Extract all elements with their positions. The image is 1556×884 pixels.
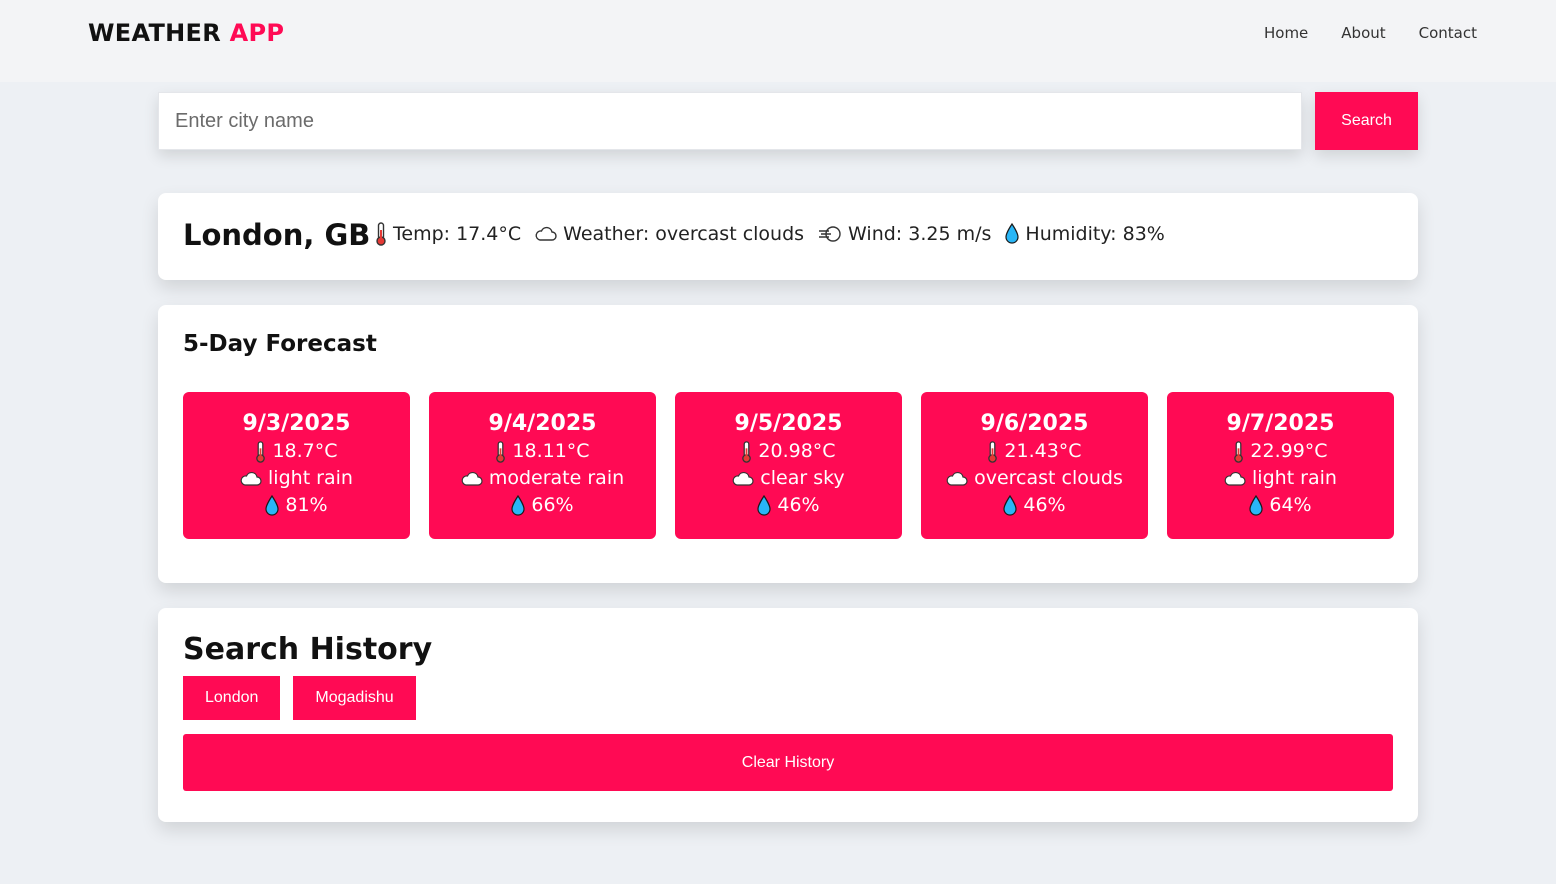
city-search-input[interactable] (158, 92, 1302, 150)
forecast-humidity-text: 66% (531, 494, 574, 516)
forecast-desc-text: overcast clouds (974, 467, 1123, 489)
droplet-icon (1005, 223, 1020, 244)
forecast-temp-text: 21.43°C (1004, 440, 1082, 462)
search-button[interactable]: Search (1315, 92, 1418, 150)
forecast-date: 9/3/2025 (242, 411, 351, 436)
forecast-title: 5-Day Forecast (183, 331, 377, 357)
search-history-title: Search History (183, 632, 433, 667)
city-name: London, GB (183, 218, 371, 252)
search-bar: Search (158, 92, 1418, 150)
forecast-humidity-text: 46% (777, 494, 820, 516)
weather-metric: Weather: overcast clouds (535, 223, 804, 245)
droplet-icon (1249, 494, 1263, 516)
droplet-icon (265, 494, 279, 516)
search-history-card: Search History London Mogadishu Clear Hi… (158, 608, 1418, 822)
humidity-text: Humidity: 83% (1025, 223, 1165, 245)
forecast-desc: light rain (1224, 465, 1337, 492)
forecast-date: 9/6/2025 (980, 411, 1089, 436)
nav-link-home[interactable]: Home (1264, 24, 1308, 42)
forecast-desc-text: clear sky (760, 467, 845, 489)
temperature-text: Temp: 17.4°C (393, 223, 522, 245)
thermometer-icon (256, 440, 266, 463)
forecast-desc: moderate rain (461, 465, 624, 492)
forecast-day-card: 9/4/2025 18.11°C moderate rain 66% (429, 392, 656, 539)
current-metrics: Temp: 17.4°C Weather: overcast clouds Wi… (375, 222, 1179, 246)
forecast-day-card: 9/7/2025 22.99°C light rain 64% (1167, 392, 1394, 539)
app-logo[interactable]: WEATHER APP (88, 19, 284, 47)
forecast-temp-text: 18.7°C (272, 440, 338, 462)
forecast-day-card: 9/3/2025 18.7°C light rain 81% (183, 392, 410, 539)
logo-text: WEATHER (88, 19, 222, 47)
forecast-humidity-text: 64% (1269, 494, 1312, 516)
current-weather-card: London, GB Temp: 17.4°C Weather: overcas… (158, 193, 1418, 280)
clear-history-button[interactable]: Clear History (183, 734, 1393, 791)
forecast-humidity-text: 46% (1023, 494, 1066, 516)
forecast-temp: 22.99°C (1233, 438, 1328, 465)
forecast-desc-text: moderate rain (488, 467, 625, 489)
droplet-icon (757, 494, 771, 516)
wind-text: Wind: 3.25 m/s (848, 223, 992, 245)
nav-link-contact[interactable]: Contact (1419, 24, 1477, 42)
cloud-icon (461, 471, 483, 486)
forecast-date: 9/5/2025 (734, 411, 843, 436)
forecast-temp: 18.7°C (255, 438, 338, 465)
forecast-card: 5-Day Forecast 9/3/2025 18.7°C light rai… (158, 305, 1418, 583)
forecast-day-card: 9/6/2025 21.43°C overcast clouds 46% (921, 392, 1148, 539)
cloud-icon (1224, 471, 1246, 486)
thermometer-icon (376, 222, 386, 246)
history-chips: London Mogadishu (183, 676, 416, 720)
forecast-day-card: 9/5/2025 20.98°C clear sky 46% (675, 392, 902, 539)
forecast-date: 9/4/2025 (488, 411, 597, 436)
humidity-metric: Humidity: 83% (1005, 223, 1165, 245)
navbar: WEATHER APP Home About Contact (0, 0, 1556, 82)
cloud-icon (732, 471, 754, 486)
forecast-desc: overcast clouds (946, 465, 1123, 492)
thermometer-icon (742, 440, 752, 463)
forecast-desc-text: light rain (1252, 467, 1337, 489)
forecast-date: 9/7/2025 (1226, 411, 1335, 436)
nav-links: Home About Contact (1264, 24, 1477, 42)
forecast-humidity: 46% (757, 492, 820, 519)
forecast-desc-text: light rain (268, 467, 353, 489)
cloud-icon (946, 471, 968, 486)
thermometer-icon (496, 440, 506, 463)
forecast-temp: 21.43°C (987, 438, 1082, 465)
wind-icon (819, 226, 841, 242)
forecast-temp: 18.11°C (495, 438, 590, 465)
thermometer-icon (988, 440, 998, 463)
history-item-london[interactable]: London (183, 676, 281, 720)
droplet-icon (511, 494, 525, 516)
forecast-temp-text: 22.99°C (1250, 440, 1328, 462)
temperature-metric: Temp: 17.4°C (375, 222, 521, 246)
forecast-humidity: 66% (511, 492, 574, 519)
forecast-humidity: 46% (1003, 492, 1066, 519)
forecast-grid: 9/3/2025 18.7°C light rain 81% 9/4/2025 … (183, 392, 1394, 539)
nav-link-about[interactable]: About (1341, 24, 1385, 42)
weather-text: Weather: overcast clouds (563, 223, 805, 245)
forecast-temp-text: 18.11°C (512, 440, 590, 462)
forecast-humidity-text: 81% (285, 494, 328, 516)
forecast-desc: clear sky (732, 465, 845, 492)
wind-metric: Wind: 3.25 m/s (818, 223, 991, 245)
cloud-icon (240, 471, 262, 486)
forecast-temp: 20.98°C (741, 438, 836, 465)
thermometer-icon (1234, 440, 1244, 463)
forecast-humidity: 81% (265, 492, 328, 519)
history-item-mogadishu[interactable]: Mogadishu (293, 676, 416, 720)
forecast-humidity: 64% (1249, 492, 1312, 519)
forecast-desc: light rain (240, 465, 353, 492)
droplet-icon (1003, 494, 1017, 516)
cloud-icon (535, 226, 557, 241)
forecast-temp-text: 20.98°C (758, 440, 836, 462)
logo-accent-text: APP (229, 19, 285, 47)
